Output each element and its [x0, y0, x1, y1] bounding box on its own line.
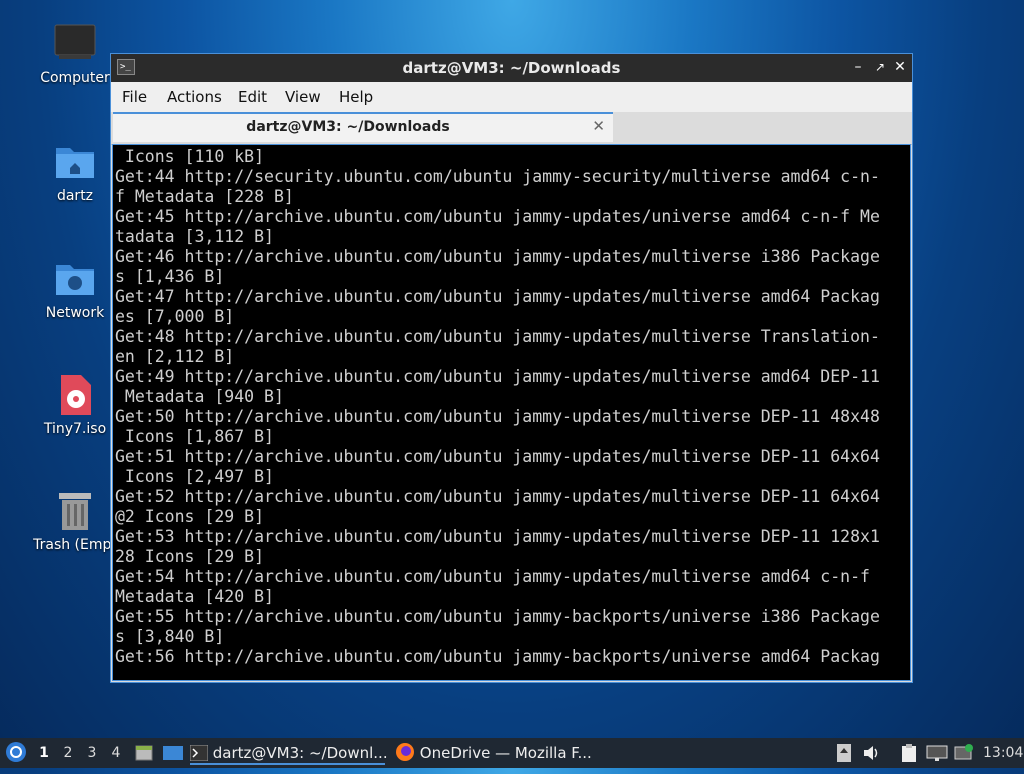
- desktop-icon-label: Tiny7.iso: [43, 421, 107, 437]
- terminal-line: Get:52 http://archive.ubuntu.com/ubuntu …: [115, 487, 880, 506]
- terminal-window: >_ dartz@VM3: ~/Downloads – ↗ ✕ File Act…: [110, 53, 913, 683]
- workspace-2[interactable]: 2: [58, 743, 78, 763]
- tray-volume[interactable]: [862, 743, 882, 773]
- terminal-line: Metadata [940 B]: [115, 387, 284, 406]
- terminal-output[interactable]: Icons [110 kB] Get:44 http://security.ubu…: [112, 144, 911, 681]
- minimize-button[interactable]: –: [849, 58, 867, 76]
- clipboard-icon: [902, 744, 916, 762]
- volume-icon: [864, 746, 878, 760]
- terminal-line: Get:55 http://archive.ubuntu.com/ubuntu …: [115, 607, 880, 626]
- terminal-line: Get:46 http://archive.ubuntu.com/ubuntu …: [115, 247, 880, 266]
- tab-close-icon[interactable]: ✕: [592, 117, 605, 135]
- task-terminal[interactable]: dartz@VM3: ~/Downl...: [189, 741, 388, 765]
- terminal-line: Get:49 http://archive.ubuntu.com/ubuntu …: [115, 367, 880, 386]
- terminal-line: Get:56 http://archive.ubuntu.com/ubuntu …: [115, 647, 880, 666]
- terminal-line: Get:53 http://archive.ubuntu.com/ubuntu …: [115, 527, 880, 546]
- eject-icon: [837, 744, 851, 762]
- terminal-line: Get:51 http://archive.ubuntu.com/ubuntu …: [115, 447, 880, 466]
- clock[interactable]: 13:04: [983, 738, 1023, 768]
- start-menu-button[interactable]: [5, 741, 27, 771]
- task-label: dartz@VM3: ~/Downl...: [212, 744, 388, 762]
- taskbar: 1 2 3 4 dartz@VM3: ~/Downl... OneDrive —…: [0, 738, 1024, 768]
- desktop-icon-label: Computer: [40, 70, 110, 86]
- desktop-icon-label: Network: [45, 305, 105, 321]
- tray-eject[interactable]: [836, 743, 852, 773]
- desktop-icon-label: Trash (Empt: [33, 537, 117, 553]
- file-manager-launcher[interactable]: [134, 743, 154, 773]
- network-icon: [926, 745, 948, 761]
- maximize-button[interactable]: ↗: [871, 58, 889, 76]
- task-firefox[interactable]: OneDrive — Mozilla F...: [395, 741, 592, 765]
- terminal-line: Icons [2,497 B]: [115, 467, 274, 486]
- firefox-icon: [396, 743, 414, 761]
- terminal-line: Metadata [420 B]: [115, 587, 274, 606]
- terminal-line: Get:50 http://archive.ubuntu.com/ubuntu …: [115, 407, 880, 426]
- close-button[interactable]: ✕: [891, 58, 909, 76]
- update-notifier-icon: [954, 744, 973, 760]
- menu-view[interactable]: View: [285, 88, 321, 106]
- disc-image-icon: [61, 375, 91, 415]
- menu-bar: File Actions Edit View Help: [111, 82, 912, 112]
- window-title: dartz@VM3: ~/Downloads: [402, 59, 621, 77]
- terminal-line: 28 Icons [29 B]: [115, 547, 265, 566]
- menu-edit[interactable]: Edit: [238, 88, 267, 106]
- menu-actions[interactable]: Actions: [167, 88, 222, 106]
- terminal-line: Icons [110 kB]: [115, 147, 265, 166]
- workspace-3[interactable]: 3: [82, 743, 102, 763]
- desktop-icon-label: dartz: [56, 188, 94, 204]
- terminal-line: Get:45 http://archive.ubuntu.com/ubuntu …: [115, 207, 880, 226]
- menu-file[interactable]: File: [122, 88, 147, 106]
- terminal-icon: [189, 744, 209, 762]
- network-folder-icon: [56, 265, 94, 295]
- workspace-4[interactable]: 4: [106, 743, 126, 763]
- terminal-line: tadata [3,112 B]: [115, 227, 274, 246]
- terminal-line: es [7,000 B]: [115, 307, 235, 326]
- tab-title: dartz@VM3: ~/Downloads: [246, 119, 450, 135]
- menu-help[interactable]: Help: [339, 88, 373, 106]
- window-titlebar[interactable]: >_ dartz@VM3: ~/Downloads – ↗ ✕: [111, 54, 912, 82]
- desktop-icon: [163, 746, 183, 760]
- computer-icon: [54, 24, 96, 59]
- terminal-line: Icons [1,867 B]: [115, 427, 274, 446]
- terminal-line: Get:54 http://archive.ubuntu.com/ubuntu …: [115, 567, 870, 586]
- tab-terminal[interactable]: dartz@VM3: ~/Downloads ✕: [113, 112, 613, 142]
- terminal-line: Get:47 http://archive.ubuntu.com/ubuntu …: [115, 287, 880, 306]
- terminal-line: s [1,436 B]: [115, 267, 225, 286]
- terminal-line: Get:48 http://archive.ubuntu.com/ubuntu …: [115, 327, 880, 346]
- lubuntu-logo-icon: [6, 742, 26, 762]
- terminal-line: @2 Icons [29 B]: [115, 507, 265, 526]
- terminal-line: f Metadata [228 B]: [115, 187, 294, 206]
- home-folder-icon: [56, 148, 94, 178]
- terminal-line: Get:44 http://security.ubuntu.com/ubuntu…: [115, 167, 880, 186]
- terminal-line: s [3,840 B]: [115, 627, 225, 646]
- tray-network[interactable]: [926, 743, 948, 773]
- terminal-line: en [2,112 B]: [115, 347, 235, 366]
- trash-icon: [59, 493, 91, 530]
- workspace-1[interactable]: 1: [34, 743, 54, 763]
- tab-bar: dartz@VM3: ~/Downloads ✕: [111, 112, 912, 145]
- tray-clipboard[interactable]: [900, 743, 918, 773]
- tray-updates[interactable]: [954, 743, 974, 773]
- task-label: OneDrive — Mozilla F...: [419, 744, 592, 762]
- show-desktop-button[interactable]: [162, 743, 184, 773]
- file-manager-icon: [135, 745, 153, 761]
